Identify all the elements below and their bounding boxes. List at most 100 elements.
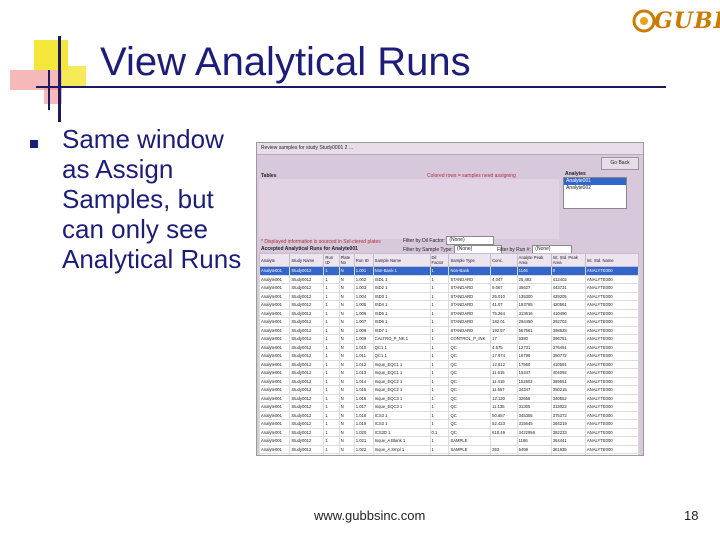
grid-row[interactable]: Analyte001 Study0012 1 N 1.015 Inque_EQC2 11Q… xyxy=(259,385,639,395)
grid-cell: QC xyxy=(448,427,492,437)
grid-cell: Study0012 xyxy=(289,308,325,318)
grid-cell: Analyte001 xyxy=(259,274,291,284)
grid-row[interactable]: Analyte001 Study0012 1 N 1.022 Inque_A Smpl 1… xyxy=(259,444,639,454)
bullet-marker xyxy=(30,140,38,148)
grid-cell: 1 xyxy=(429,444,450,454)
grid-column-header[interactable]: Analyte xyxy=(259,253,291,267)
grid-row[interactable]: Analyte001 Study0012 1 N 1.016 Inque_EQC3 11Q… xyxy=(259,393,639,403)
grid-cell: ANALYTE000 xyxy=(584,393,639,403)
go-back-button[interactable]: Go Back xyxy=(601,157,639,170)
grid-cell: QC xyxy=(448,385,492,395)
grid-row[interactable]: Analyte001Study00121N1.023Inque_A 11SAMP… xyxy=(259,453,639,455)
grid-cell: SAMPLE xyxy=(448,444,492,454)
grid-cell: 313022 xyxy=(550,402,586,412)
analyte-item[interactable]: Analyte002 xyxy=(564,185,626,192)
grid-column-header[interactable]: Plate No xyxy=(338,253,355,267)
grid-row[interactable]: Analyte001 Study0012 1 N 1.017 Inque_EQC3 11Q… xyxy=(259,402,639,412)
grid-row[interactable]: Analyte001 Study0012 1 N 1.012 Inque_EQC1 11Q… xyxy=(259,359,639,369)
grid-cell: 17560 xyxy=(516,359,552,369)
grid-cell: N xyxy=(338,410,355,420)
grid-cell: Study0012 xyxy=(289,385,325,395)
grid-column-header[interactable]: Sample Type xyxy=(448,253,492,267)
analytes-list[interactable]: Analyte001 Analyte002 xyxy=(563,177,627,209)
grid-cell: 1.001 xyxy=(353,266,374,276)
grid-cell: 389551 xyxy=(550,376,586,386)
grid-row[interactable]: Analyte001 Study0012 1 N 1.021 Inque_A Blank … xyxy=(259,436,639,446)
grid-cell: 1 xyxy=(323,385,340,395)
grid-cell: 1 xyxy=(323,376,340,386)
grid-column-header[interactable]: Study Name xyxy=(289,253,325,267)
grid-cell: 1 xyxy=(429,402,450,412)
grid-cell: Study0012 xyxy=(289,393,325,403)
grid-cell: ANALYTE000 xyxy=(584,266,639,276)
grid-cell: 1.018 xyxy=(353,410,374,420)
filter-dil-factor: Filter by Dil Factor: (None) xyxy=(403,236,495,245)
grid-column-header[interactable]: Analyte Peak Area xyxy=(516,253,552,267)
grid-cell: STANDARD xyxy=(448,300,492,310)
grid-row[interactable]: Analyte001 Study0012 1 N 1.019 ICS3 1 1 QC 52.42… xyxy=(259,419,639,429)
accepted-runs-label: Accepted Analytical Runs for Analyte001 xyxy=(261,246,358,252)
grid-cell: 1.016 xyxy=(353,393,374,403)
grid-row[interactable]: Analyte001 Study0012 1 N 1.003 ISD2 1 1 STANDAR… xyxy=(259,283,639,293)
grid-row[interactable]: Analyte001 Study0012 1 N 1.004 ISD3 1 1 STANDAR… xyxy=(259,291,639,301)
grid-cell: 443731 xyxy=(550,283,586,293)
grid-cell: 1 xyxy=(429,334,450,344)
grid-column-header[interactable]: Sample Name xyxy=(372,253,431,267)
grid-cell: Study0012 xyxy=(289,444,325,454)
grid-column-header[interactable]: Int. Std. Name xyxy=(584,253,639,267)
grid-cell: N xyxy=(338,283,355,293)
grid-cell: 1.007 xyxy=(353,317,374,327)
grid-column-header[interactable]: Run ID xyxy=(353,253,374,267)
grid-cell: 41.07 xyxy=(490,300,518,310)
grid-cell: 1 xyxy=(323,393,340,403)
grid-cell: ANALYTE000 xyxy=(584,274,639,284)
grid-cell: Study0012 xyxy=(289,274,325,284)
grid-cell: N xyxy=(338,385,355,395)
grid-row[interactable]: Analyte001 Study0012 1 N 1.007 ISD6 1 1 STANDAR… xyxy=(259,317,639,327)
grid-row[interactable]: Analyte001 Study0012 1 N 1.020 ICS3D 1 0.1 QC 61… xyxy=(259,427,639,437)
grid-cell: N xyxy=(338,402,355,412)
grid-row[interactable]: Analyte001 Study0012 1 N 1.002 ISD1 1 1 STANDAR… xyxy=(259,274,639,284)
grid-cell: 1 xyxy=(429,266,450,276)
analyte-item[interactable]: Analyte001 xyxy=(564,178,626,185)
grid-cell: 193765 xyxy=(516,300,552,310)
grid-cell: 1 xyxy=(429,393,450,403)
grid-column-header[interactable]: Conc. xyxy=(490,253,518,267)
grid-cell: 410490 xyxy=(550,308,586,318)
grid-cell: Study0012 xyxy=(289,325,325,335)
grid-cell: N xyxy=(338,317,355,327)
grid-cell: 32658 xyxy=(516,393,552,403)
decorative-vertical-line xyxy=(58,36,61,122)
grid-column-header[interactable]: Int. Std. Peak Area xyxy=(550,253,586,267)
grid-row[interactable]: Analyte001 Study0012 1 N 1.010 QC1 1 1 QC 4.675 1… xyxy=(259,342,639,352)
grid-row[interactable]: Analyte001 Study0012 1 N 1.014 Inque_EQC2 11Q… xyxy=(259,376,639,386)
grid-cell: SAMPLE xyxy=(448,453,492,455)
analytical-runs-grid[interactable]: Analyte Study Name Run ID Plate No Run ID Sam… xyxy=(259,253,639,455)
grid-cell: ANALYTE000 xyxy=(584,436,639,446)
grid-cell: Analyte001 xyxy=(259,402,291,412)
filter-dil-factor-select[interactable]: (None) xyxy=(446,236,495,245)
grid-row[interactable]: Analyte001 Study0012 1 N 1.018 ICS3 1 1 QC 50.65… xyxy=(259,410,639,420)
grid-row[interactable]: Analyte001 Study0012 1 N 1.013 Inque_EQC1 11Q… xyxy=(259,368,639,378)
grid-cell: 18530 xyxy=(516,453,552,455)
grid-cell: 4.047 xyxy=(490,274,518,284)
grid-cell: 5459 xyxy=(516,444,552,454)
grid-cell: ANALYTE000 xyxy=(584,342,639,352)
grid-cell: QC xyxy=(448,368,492,378)
grid-cell: 392702 xyxy=(550,317,586,327)
grid-cell: 1 xyxy=(429,453,450,455)
grid-column-header[interactable]: Run ID xyxy=(323,253,340,267)
grid-row[interactable]: Analyte001 Study0012 1 N 1.011 QC1 1 1 QC 17.974… xyxy=(259,351,639,361)
grid-cell: N xyxy=(338,274,355,284)
grid-row[interactable]: Analyte001 Study0012 1 N 1.008 ISD7 1 1 STANDAR… xyxy=(259,325,639,335)
grid-cell: 1.015 xyxy=(353,385,374,395)
grid-cell: QC1 1 xyxy=(372,342,431,352)
logo-swirl-icon xyxy=(632,9,656,33)
grid-cell: Analyte001 xyxy=(259,385,291,395)
grid-row[interactable]: Analyte001 Study0012 1 N 1.009 CALTRO_P_NK 11… xyxy=(259,334,639,344)
grid-row[interactable]: Analyte001 Study0012 1 N 1.005 ISD4 1 1 STANDAR… xyxy=(259,300,639,310)
grid-row[interactable]: Analyte001 Study0012 1 N 1.006 ISD5 1 1 STANDAR… xyxy=(259,308,639,318)
grid-column-header[interactable]: Dil Factor xyxy=(429,253,450,267)
grid-row[interactable]: Analyte001 Study0012 1 N 1.001 Non-Bank 1 1 Non… xyxy=(259,266,639,276)
grid-cell: 75.264 xyxy=(490,308,518,318)
